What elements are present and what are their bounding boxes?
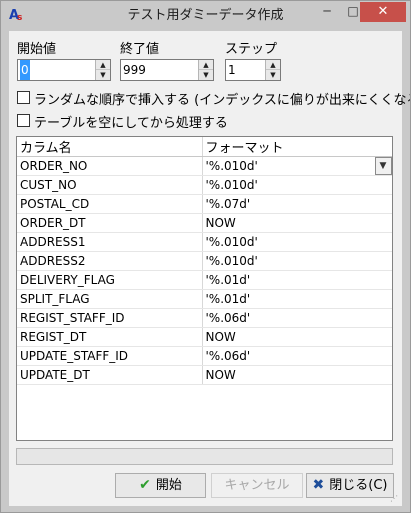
format-cell[interactable]: '%.010d' ▼ <box>202 156 392 176</box>
grid-row[interactable]: UPDATE_STAFF_ID '%.06d' <box>17 346 392 366</box>
format-cell[interactable]: '%.07d' <box>202 194 392 214</box>
grid-row[interactable]: ADDRESS1 '%.010d' <box>17 232 392 252</box>
spin-up-icon[interactable]: ▲ <box>199 60 213 70</box>
column-name-cell[interactable]: UPDATE_STAFF_ID <box>17 346 203 366</box>
column-name-cell[interactable]: CUST_NO <box>17 175 203 195</box>
random-order-label[interactable]: ランダムな順序で挿入する (インデックスに偏りが出来にくくなる) <box>34 89 410 108</box>
grid-row[interactable]: ADDRESS2 '%.010d' <box>17 251 392 271</box>
close-button[interactable]: ✖ 閉じる(C) <box>306 473 394 498</box>
grid-row[interactable]: ORDER_NO '%.010d' ▼ <box>17 156 392 176</box>
column-name-cell[interactable]: REGIST_DT <box>17 327 203 347</box>
grid-row[interactable]: POSTAL_CD '%.07d' <box>17 194 392 214</box>
start-button-label: 開始 <box>155 478 182 493</box>
end-value-label: 終了値 <box>120 42 160 57</box>
end-value-spinner[interactable]: 999 ▲ ▼ <box>120 59 214 81</box>
combo-dropdown-icon[interactable]: ▼ <box>374 157 391 175</box>
progress-bar <box>16 448 393 465</box>
column-name-cell[interactable]: ORDER_NO <box>17 156 203 176</box>
step-label: ステップ <box>225 42 278 57</box>
spin-up-icon[interactable]: ▲ <box>96 60 110 70</box>
cancel-button[interactable]: キャンセル <box>211 473 303 498</box>
format-cell[interactable]: NOW <box>202 327 392 347</box>
format-cell[interactable]: '%.01d' <box>202 289 392 309</box>
clear-table-label[interactable]: テーブルを空にしてから処理する <box>34 112 228 131</box>
column-format-grid[interactable]: カラム名 フォーマット ORDER_NO '%.010d' ▼ CUST_NO '%.0… <box>16 136 393 441</box>
spin-down-icon[interactable]: ▼ <box>96 70 110 80</box>
grid-row[interactable]: REGIST_STAFF_ID '%.06d' <box>17 308 392 328</box>
grid-row[interactable]: DELIVERY_FLAG '%.01d' <box>17 270 392 290</box>
end-value-spin-buttons[interactable]: ▲ ▼ <box>198 60 213 80</box>
start-value-input[interactable]: 0 <box>20 60 30 80</box>
column-name-cell[interactable]: DELIVERY_FLAG <box>17 270 203 290</box>
end-value-input[interactable]: 999 <box>123 60 146 80</box>
grid-body: ORDER_NO '%.010d' ▼ CUST_NO '%.010d' POSTAL_C… <box>17 156 392 385</box>
close-window-button[interactable]: ✕ <box>360 2 406 22</box>
step-spin-buttons[interactable]: ▲ ▼ <box>265 60 280 80</box>
format-cell[interactable]: '%.010d' <box>202 251 392 271</box>
spin-down-icon[interactable]: ▼ <box>266 70 280 80</box>
cancel-button-label: キャンセル <box>224 478 290 493</box>
format-cell[interactable]: '%.01d' <box>202 270 392 290</box>
column-name-cell[interactable]: REGIST_STAFF_ID <box>17 308 203 328</box>
start-value-label: 開始値 <box>17 42 57 57</box>
grid-row[interactable]: REGIST_DT NOW <box>17 327 392 347</box>
step-input[interactable]: 1 <box>228 60 236 80</box>
format-cell[interactable]: '%.010d' <box>202 175 392 195</box>
grid-row[interactable]: SPLIT_FLAG '%.01d' <box>17 289 392 309</box>
dialog-window: As テスト用ダミーデータ作成 ─ □ ✕ 開始値 0 ▲ ▼ 終了値 999 … <box>0 0 411 513</box>
column-name-cell[interactable]: UPDATE_DT <box>17 365 203 385</box>
column-name-cell[interactable]: POSTAL_CD <box>17 194 203 214</box>
format-cell[interactable]: NOW <box>202 365 392 385</box>
column-format-table: カラム名 フォーマット ORDER_NO '%.010d' ▼ CUST_NO '%.0… <box>17 137 392 385</box>
grid-header-row: カラム名 フォーマット <box>17 137 392 157</box>
column-name-header[interactable]: カラム名 <box>17 137 203 157</box>
step-spinner[interactable]: 1 ▲ ▼ <box>225 59 281 81</box>
close-x-icon: ✖ <box>312 477 325 493</box>
format-header[interactable]: フォーマット <box>202 137 392 157</box>
start-value-spinner[interactable]: 0 ▲ ▼ <box>17 59 111 81</box>
spin-down-icon[interactable]: ▼ <box>199 70 213 80</box>
format-cell[interactable]: NOW <box>202 213 392 233</box>
start-value-spin-buttons[interactable]: ▲ ▼ <box>95 60 110 80</box>
grid-row[interactable]: CUST_NO '%.010d' <box>17 175 392 195</box>
start-button[interactable]: ✔ 開始 <box>115 473 206 498</box>
grid-row[interactable]: ORDER_DT NOW <box>17 213 392 233</box>
spin-up-icon[interactable]: ▲ <box>266 60 280 70</box>
format-cell[interactable]: '%.06d' <box>202 308 392 328</box>
column-name-cell[interactable]: ORDER_DT <box>17 213 203 233</box>
checkmark-icon: ✔ <box>139 477 151 493</box>
clear-table-checkbox[interactable] <box>17 114 30 127</box>
close-button-label: 閉じる(C) <box>329 478 388 493</box>
random-order-checkbox[interactable] <box>17 91 30 104</box>
column-name-cell[interactable]: ADDRESS1 <box>17 232 203 252</box>
format-cell[interactable]: '%.06d' <box>202 346 392 366</box>
dialog-client-area: 開始値 0 ▲ ▼ 終了値 999 ▲ ▼ ステップ 1 ▲ ▼ ランダムな順序… <box>9 31 410 506</box>
minimize-button[interactable]: ─ <box>314 2 340 22</box>
column-name-cell[interactable]: SPLIT_FLAG <box>17 289 203 309</box>
title-bar[interactable]: As テスト用ダミーデータ作成 ─ □ ✕ <box>1 1 410 31</box>
format-cell[interactable]: '%.010d' <box>202 232 392 252</box>
resize-grip-icon[interactable]: ⋰ <box>390 494 400 504</box>
column-name-cell[interactable]: ADDRESS2 <box>17 251 203 271</box>
grid-row[interactable]: UPDATE_DT NOW <box>17 365 392 385</box>
